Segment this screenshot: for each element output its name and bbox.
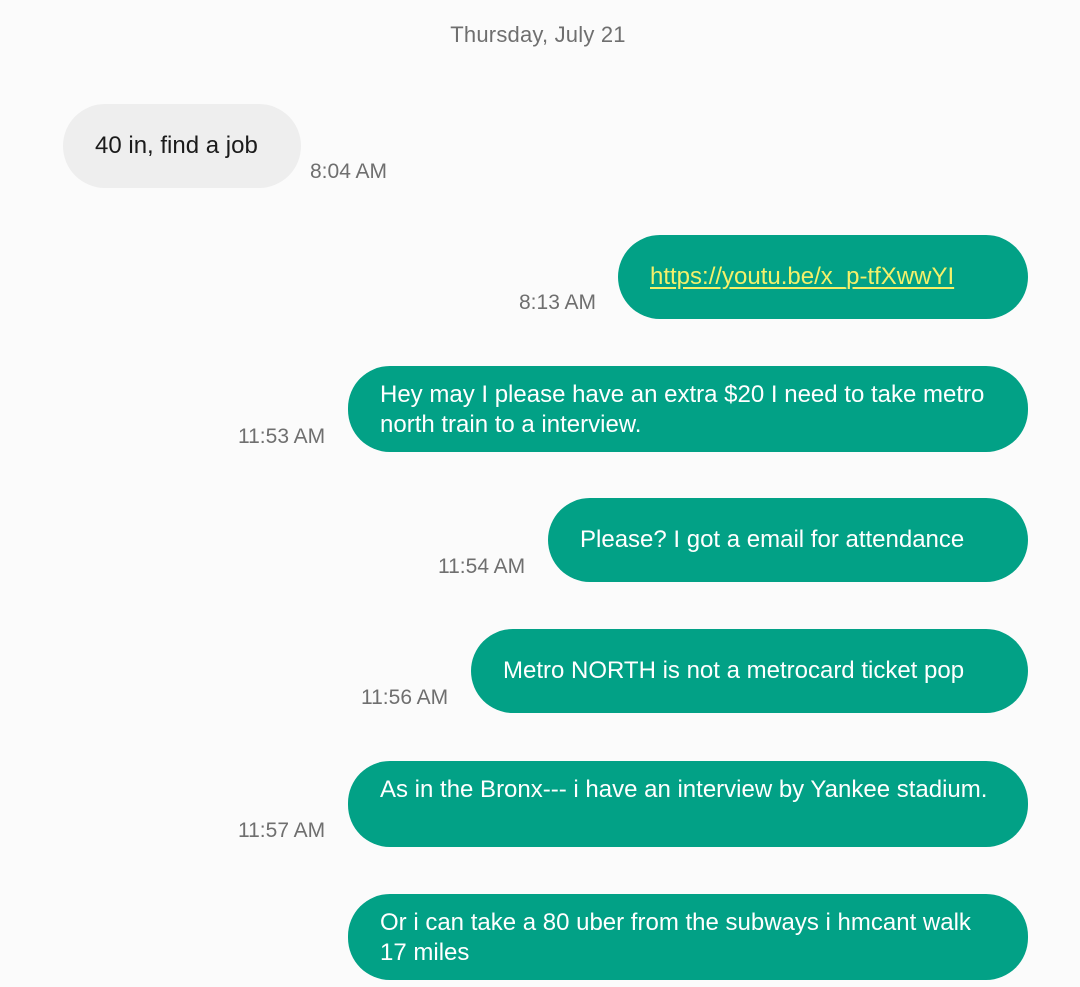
message-text: Or i can take a 80 uber from the subways… bbox=[380, 909, 971, 966]
message-bubble-incoming[interactable]: 40 in, find a job bbox=[63, 104, 301, 188]
message-timestamp: 11:53 AM bbox=[238, 425, 326, 448]
date-header: Thursday, July 21 bbox=[450, 22, 626, 47]
message-timestamp: 11:56 AM bbox=[361, 686, 449, 709]
message-bubble-outgoing[interactable]: Hey may I please have an extra $20 I nee… bbox=[348, 366, 1028, 452]
message-timestamp: 11:57 AM bbox=[238, 819, 326, 842]
message-text: Hey may I please have an extra $20 I nee… bbox=[380, 381, 985, 438]
message-timestamp: 8:04 AM bbox=[310, 160, 388, 183]
message-bubble-outgoing[interactable]: Or i can take a 80 uber from the subways… bbox=[348, 894, 1028, 980]
message-text: Metro NORTH is not a metrocard ticket po… bbox=[503, 657, 965, 684]
message-bubble-outgoing[interactable]: https://youtu.be/x_p-tfXwwYI bbox=[618, 235, 1028, 319]
message-bubble-outgoing[interactable]: As in the Bronx--- i have an interview b… bbox=[348, 761, 1028, 847]
message-bubble-outgoing[interactable]: Metro NORTH is not a metrocard ticket po… bbox=[471, 629, 1028, 713]
message-bubble-outgoing[interactable]: Please? I got a email for attendance bbox=[548, 498, 1028, 582]
message-text: As in the Bronx--- i have an interview b… bbox=[380, 776, 988, 803]
message-text: 40 in, find a job bbox=[95, 132, 258, 159]
message-link[interactable]: https://youtu.be/x_p-tfXwwYI bbox=[650, 262, 954, 292]
message-text: Please? I got a email for attendance bbox=[580, 526, 965, 553]
message-timestamp: 8:13 AM bbox=[519, 291, 597, 314]
message-timestamp: 11:54 AM bbox=[438, 555, 526, 578]
